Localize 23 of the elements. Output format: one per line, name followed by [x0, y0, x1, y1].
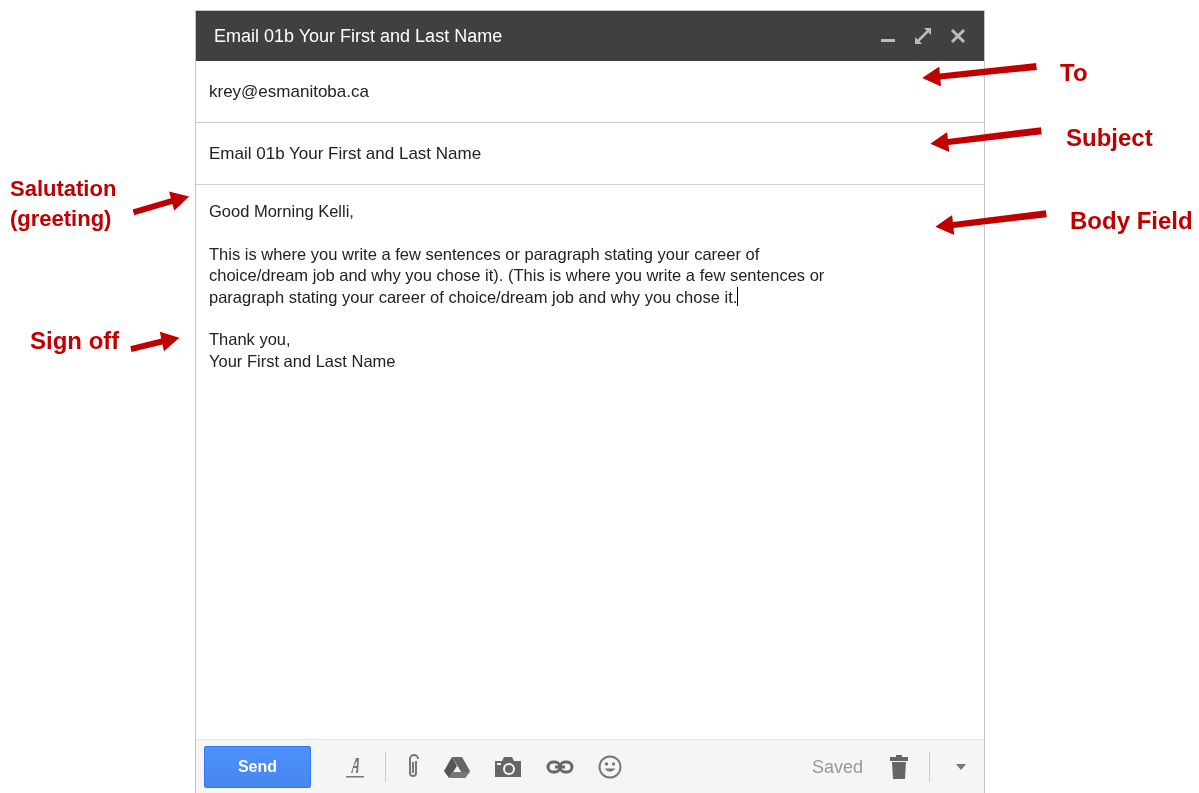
- expand-icon[interactable]: [914, 27, 932, 45]
- link-icon[interactable]: [546, 760, 574, 774]
- camera-icon[interactable]: [494, 756, 522, 778]
- body-text: Your First and Last Name: [209, 351, 396, 370]
- body-text: Good Morning Kelli,: [209, 202, 354, 220]
- body-text: This is where you write a few sentences or paragraph stating your career of: [209, 244, 760, 263]
- dropdown-arrow-icon[interactable]: [956, 764, 966, 770]
- close-icon[interactable]: [950, 28, 966, 44]
- paperclip-icon[interactable]: [406, 754, 420, 780]
- annotation-label: To: [1060, 58, 1088, 88]
- smiley-icon[interactable]: [598, 755, 622, 779]
- body-text: Thank you,: [209, 330, 291, 348]
- window-title: Email 01b Your First and Last Name: [214, 25, 504, 47]
- annotation-label: Salutation (greeting): [10, 175, 118, 233]
- body-text: paragraph stating your career of choice/dream job and why you chose it.: [209, 287, 738, 306]
- save-status: Saved: [811, 756, 863, 778]
- body-text: choice/dream job and why you chose it). (This is where you write a few sentences or: [209, 266, 825, 284]
- triangle-logo-icon[interactable]: [444, 756, 470, 778]
- annotation-label: Sign off: [30, 326, 120, 356]
- trash-icon[interactable]: [889, 755, 909, 779]
- text-format-icon[interactable]: [345, 755, 365, 779]
- annotation-label: Body Field: [1070, 206, 1193, 236]
- annotation-label: Subject: [1066, 123, 1153, 153]
